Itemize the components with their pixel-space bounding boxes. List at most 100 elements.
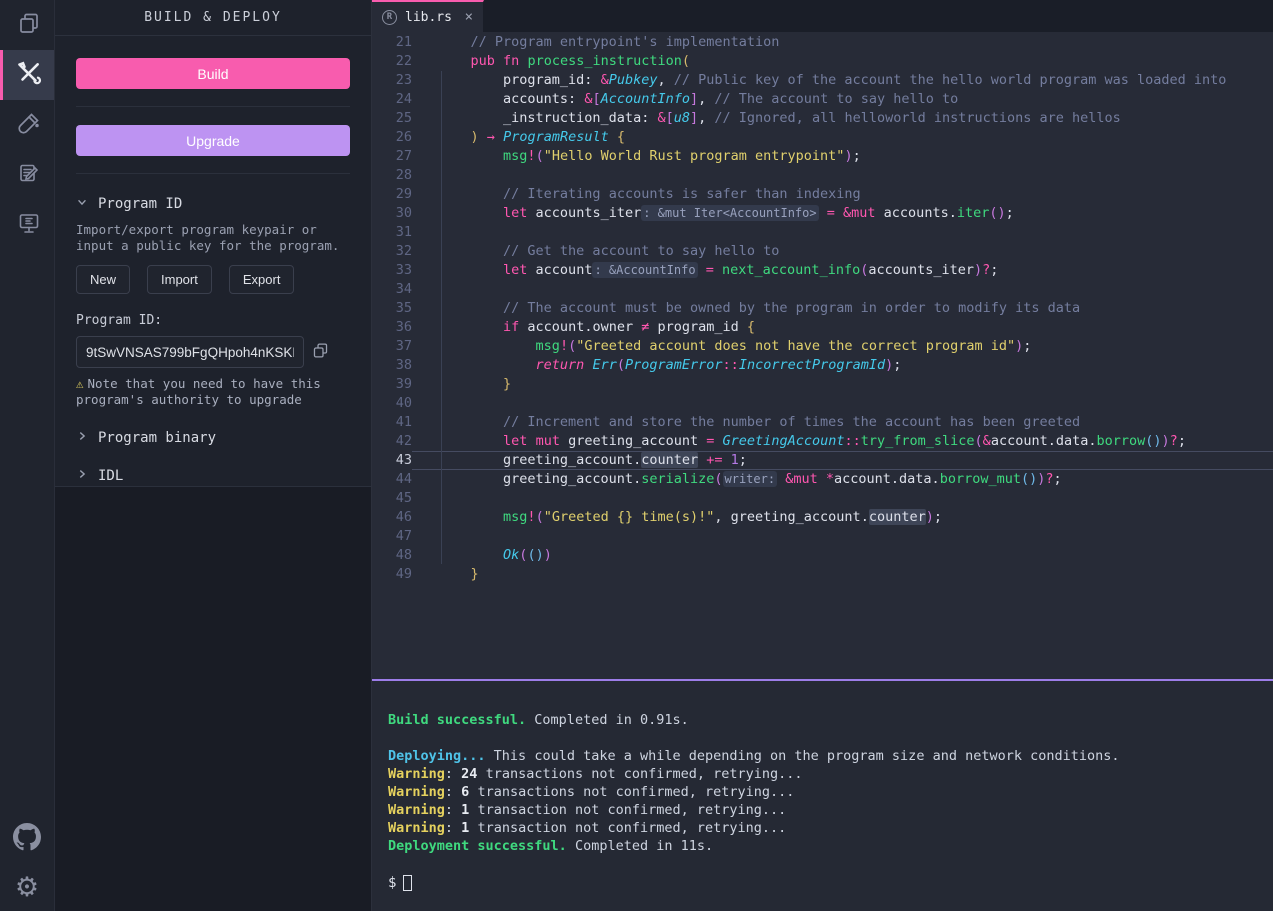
code-line[interactable]: 47 [372,527,1273,546]
program-id-section-toggle[interactable]: Program ID [76,196,350,212]
code-text: let accounts_iter: &mut Iter<AccountInfo… [412,204,1273,223]
divider [76,173,350,174]
monitor-icon [17,211,41,239]
code-editor[interactable]: 21 // Program entrypoint's implementatio… [372,32,1273,679]
settings-button[interactable]: ⚙ [0,863,54,911]
idl-section-toggle[interactable]: IDL [76,468,350,484]
sidebar-item-explorer[interactable] [0,0,54,50]
line-number: 24 [372,90,412,109]
code-text: greeting_account.serialize(writer: &mut … [412,470,1273,489]
code-line[interactable]: 27 msg!("Hello World Rust program entryp… [372,147,1273,166]
code-line[interactable]: 41 // Increment and store the number of … [372,413,1273,432]
tab-lib-rs[interactable]: R lib.rs × [372,0,484,32]
chevron-right-icon [76,468,88,484]
code-line[interactable]: 22 pub fn process_instruction( [372,52,1273,71]
copy-icon [312,342,329,362]
new-keypair-button[interactable]: New [76,265,130,294]
copy-program-id-button[interactable] [312,342,329,362]
line-number: 47 [372,527,412,546]
line-number: 49 [372,565,412,584]
line-number: 45 [372,489,412,508]
sidebar-item-build-deploy[interactable] [0,50,54,100]
code-line[interactable]: 37 msg!("Greeted account does not have t… [372,337,1273,356]
program-id-row [76,336,350,368]
terminal-line: Warning: 6 transactions not confirmed, r… [388,783,1257,801]
terminal-line: Warning: 1 transaction not confirmed, re… [388,819,1257,837]
code-line[interactable]: 35 // The account must be owned by the p… [372,299,1273,318]
line-number: 35 [372,299,412,318]
build-deploy-panel: BUILD & DEPLOY Build Upgrade Program ID … [55,0,372,911]
terminal-panel[interactable]: Build successful. Completed in 0.91s.Dep… [372,681,1273,911]
chevron-down-icon [76,196,88,212]
line-number: 29 [372,185,412,204]
code-line[interactable]: 32 // Get the account to say hello to [372,242,1273,261]
sidebar-item-tutorials[interactable] [0,150,54,200]
import-keypair-button[interactable]: Import [147,265,212,294]
program-binary-section-toggle[interactable]: Program binary [76,430,350,446]
code-line[interactable]: 36 if account.owner ≠ program_id { [372,318,1273,337]
code-line[interactable]: 34 [372,280,1273,299]
code-text [412,527,1273,546]
upgrade-button[interactable]: Upgrade [76,125,350,156]
solana-playground-app: ⚙ BUILD & DEPLOY Build Upgrade Program I… [0,0,1273,911]
code-line[interactable]: 46 msg!("Greeted {} time(s)!", greeting_… [372,508,1273,527]
code-line[interactable]: 21 // Program entrypoint's implementatio… [372,33,1273,52]
export-keypair-button[interactable]: Export [229,265,295,294]
code-line[interactable]: 44 greeting_account.serialize(writer: &m… [372,470,1273,489]
code-text: msg!("Hello World Rust program entrypoin… [412,147,1273,166]
line-number: 36 [372,318,412,337]
prompt-symbol: $ [388,875,396,891]
code-text: greeting_account.counter += 1; [412,451,1273,470]
code-line[interactable]: 30 let accounts_iter: &mut Iter<AccountI… [372,204,1273,223]
close-tab-icon[interactable]: × [465,9,473,25]
line-number: 40 [372,394,412,413]
terminal-line: Deploying... This could take a while dep… [388,747,1257,765]
program-id-input[interactable] [76,336,304,368]
code-line[interactable]: 39 } [372,375,1273,394]
line-number: 34 [372,280,412,299]
code-line[interactable]: 28 [372,166,1273,185]
code-line[interactable]: 31 [372,223,1273,242]
upgrade-authority-warning: ⚠Note that you need to have this program… [76,376,350,408]
line-number: 46 [372,508,412,527]
code-text: _instruction_data: &[u8], // Ignored, al… [412,109,1273,128]
code-text: // The account must be owned by the prog… [412,299,1273,318]
gear-icon: ⚙ [15,874,39,901]
terminal-line [388,729,1257,747]
code-line[interactable]: 24 accounts: &[AccountInfo], // The acco… [372,90,1273,109]
code-line[interactable]: 45 [372,489,1273,508]
activity-bar: ⚙ [0,0,55,911]
indent-guide [441,71,442,564]
code-line[interactable]: 49 } [372,565,1273,584]
files-icon [17,11,41,39]
line-number: 21 [372,33,412,52]
code-line[interactable]: 33 let account: &AccountInfo = next_acco… [372,261,1273,280]
code-text [412,489,1273,508]
sidebar-item-test[interactable] [0,100,54,150]
code-line[interactable]: 38 return Err(ProgramError::IncorrectPro… [372,356,1273,375]
line-number: 28 [372,166,412,185]
warning-icon: ⚠ [76,376,84,391]
line-number: 33 [372,261,412,280]
line-number: 48 [372,546,412,565]
code-text: } [412,375,1273,394]
activity-bar-spacer [0,250,54,815]
code-line[interactable]: 40 [372,394,1273,413]
code-line[interactable]: 48 Ok(()) [372,546,1273,565]
code-text: return Err(ProgramError::IncorrectProgra… [412,356,1273,375]
code-line[interactable]: 42 let mut greeting_account = GreetingAc… [372,432,1273,451]
terminal-prompt[interactable]: $ [388,873,1257,893]
sidebar-item-programs[interactable] [0,200,54,250]
terminal-line: Warning: 1 transaction not confirmed, re… [388,801,1257,819]
tab-bar: R lib.rs × [372,0,1273,32]
program-id-description: Import/export program keypair or input a… [76,222,350,254]
build-button[interactable]: Build [76,58,350,89]
code-line[interactable]: 29 // Iterating accounts is safer than i… [372,185,1273,204]
github-button[interactable] [0,815,54,863]
code-line[interactable]: 43 greeting_account.counter += 1; [372,451,1273,470]
code-text [412,280,1273,299]
code-text: program_id: &Pubkey, // Public key of th… [412,71,1273,90]
code-line[interactable]: 25 _instruction_data: &[u8], // Ignored,… [372,109,1273,128]
code-line[interactable]: 26 ) → ProgramResult { [372,128,1273,147]
code-line[interactable]: 23 program_id: &Pubkey, // Public key of… [372,71,1273,90]
